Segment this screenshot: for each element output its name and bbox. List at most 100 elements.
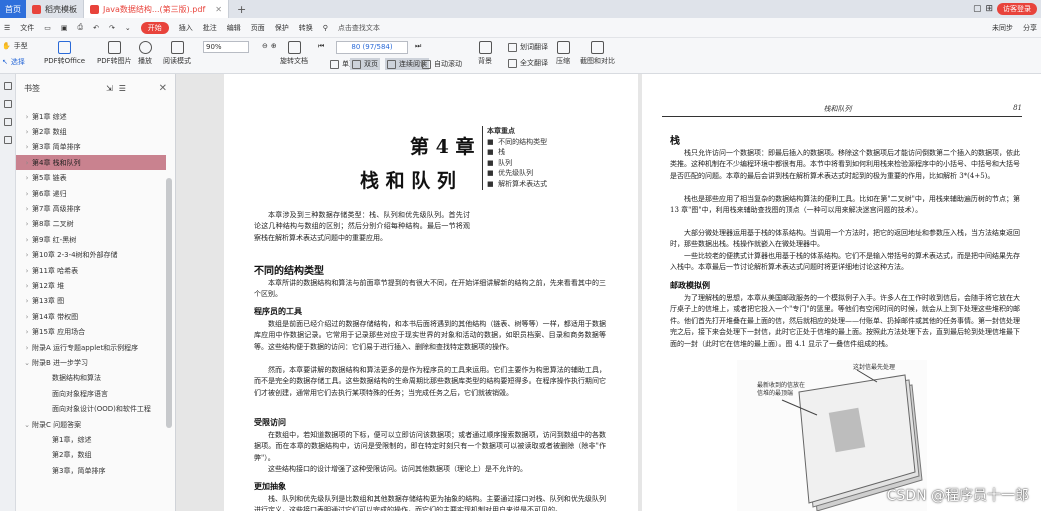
chevron-icon[interactable]: › [22, 297, 32, 305]
bookmark-item[interactable]: 面向对象设计(OOD)和软件工程 [16, 402, 166, 417]
chevron-icon[interactable]: › [22, 190, 32, 198]
bookmark-item[interactable]: › 第10章 2-3-4树和外部存储 [16, 248, 166, 263]
zoom-select[interactable]: 90% [203, 41, 249, 53]
compress-button[interactable]: 压缩 [556, 41, 570, 66]
close-icon[interactable]: ✕ [215, 5, 222, 14]
chevron-icon[interactable]: ⌄ [22, 421, 32, 429]
first-page-icon[interactable]: ⏮ [318, 42, 324, 51]
apps-icon[interactable]: ⊞ [985, 4, 993, 14]
chevron-icon[interactable]: › [22, 159, 32, 167]
menu-insert[interactable]: 插入 [179, 23, 193, 33]
bookmark-item[interactable]: 第3章，简单排序 [16, 463, 166, 478]
zoom-in-icon[interactable]: ⊕ [271, 42, 277, 50]
bookmark-item[interactable]: ⌄ 附录C 问题答案 [16, 417, 166, 432]
last-page-icon[interactable]: ⏭ [415, 42, 421, 51]
chevron-icon[interactable]: › [22, 344, 32, 352]
bookmark-item[interactable]: 第1章，综述 [16, 432, 166, 447]
tab-home[interactable]: 首页 [0, 0, 26, 18]
menu-protect[interactable]: 保护 [275, 23, 289, 33]
chevron-icon[interactable]: › [22, 113, 32, 121]
menu-page[interactable]: 页面 [251, 23, 265, 33]
undo-icon[interactable]: ↶ [93, 24, 99, 32]
chevron-icon[interactable]: › [22, 267, 32, 275]
chevron-icon[interactable]: › [22, 220, 32, 228]
rotate-button[interactable]: 旋转文档 [280, 41, 308, 66]
tab-pdf[interactable]: Java数据结构...(第三版).pdf ✕ [84, 0, 229, 18]
read-mode-button[interactable]: 阅读模式 [163, 41, 191, 66]
compare-button[interactable]: 截图和对比 [580, 41, 615, 66]
bookmark-label: 附录A 运行专题applet和示例程序 [32, 343, 139, 352]
bookmark-item[interactable]: › 第15章 应用场合 [16, 325, 166, 340]
translate-full-button[interactable]: 全文翻译 [508, 58, 548, 68]
chevron-icon[interactable]: ⌄ [22, 359, 32, 367]
menu-icon[interactable]: ☰ [4, 24, 10, 32]
bookmark-item[interactable]: › 第9章 红-黑树 [16, 232, 166, 247]
list-icon[interactable]: ☰ [119, 84, 126, 93]
bookmark-item[interactable]: 第2章，数组 [16, 448, 166, 463]
bookmark-item[interactable]: › 第7章 高级排序 [16, 201, 166, 216]
page-number-input[interactable]: 80 (97/584) [336, 41, 408, 54]
bookmark-item[interactable]: › 第8章 二叉树 [16, 217, 166, 232]
translate-word-button[interactable]: 划词翻译 [508, 42, 548, 52]
document-viewer[interactable]: 第 4 章 栈 和 队 列 本章重点 ■ 不同的结构类型 ■ 栈 ■ 队列 ■ … [176, 74, 1041, 511]
chevron-icon[interactable]: › [22, 128, 32, 136]
bookmark-item[interactable]: › 第6章 递归 [16, 186, 166, 201]
close-icon[interactable]: ✕ [159, 83, 167, 94]
search-box[interactable]: 点击查找文本 [338, 23, 380, 33]
bookmark-item[interactable]: › 第12章 堆 [16, 278, 166, 293]
more-icon[interactable]: ⌄ [125, 24, 131, 32]
search-panel-icon[interactable] [3, 136, 12, 144]
chevron-icon[interactable]: › [22, 282, 32, 290]
window-icon[interactable]: ▢ [973, 4, 982, 14]
login-button[interactable]: 访客登录 [997, 3, 1037, 15]
share-button[interactable]: 分享 [1023, 23, 1037, 33]
bookmark-item[interactable]: › 第3章 简单排序 [16, 140, 166, 155]
expand-icon[interactable]: ⇲ [106, 84, 113, 93]
chevron-icon[interactable]: › [22, 251, 32, 259]
chevron-icon[interactable]: › [22, 174, 32, 182]
bookmark-item[interactable]: 数据结构和算法 [16, 371, 166, 386]
zoom-out-icon[interactable]: ⊖ [262, 42, 268, 50]
tab-daoke[interactable]: 稻壳模板 [26, 0, 84, 18]
auto-scroll-button[interactable]: 自动滚动 [422, 59, 462, 69]
sync-status[interactable]: 未同步 [992, 23, 1013, 33]
chevron-icon[interactable]: › [22, 236, 32, 244]
menu-file[interactable]: 文件 [20, 23, 34, 33]
chevron-icon[interactable]: › [22, 143, 32, 151]
hand-tool[interactable]: ✋ 手型 [2, 41, 28, 51]
select-tool[interactable]: ↖ 选择 [2, 57, 25, 67]
bookmark-item[interactable]: › 第1章 综述 [16, 109, 166, 124]
bookmark-item[interactable]: › 附录A 运行专题applet和示例程序 [16, 340, 166, 355]
menu-annotate[interactable]: 批注 [203, 23, 217, 33]
chevron-icon[interactable]: › [22, 313, 32, 321]
thumbnail-icon[interactable] [3, 100, 12, 108]
search-icon[interactable]: ⚲ [323, 24, 328, 32]
background-button[interactable]: 背景 [478, 41, 492, 66]
chevron-icon[interactable]: › [22, 328, 32, 336]
bookmark-panel-icon[interactable] [3, 82, 12, 90]
play-button[interactable]: 播放 [138, 41, 152, 66]
bookmark-item[interactable]: ⌄ 附录B 进一步学习 [16, 355, 166, 370]
annotation-icon[interactable] [3, 118, 12, 126]
double-page-button[interactable]: 双页 [350, 58, 380, 70]
pdf-to-image-button[interactable]: PDF转图片 [97, 41, 132, 66]
new-tab-button[interactable]: + [229, 0, 254, 18]
bookmark-item[interactable]: › 第14章 带权图 [16, 309, 166, 324]
bookmark-item[interactable]: › 第11章 哈希表 [16, 263, 166, 278]
chevron-icon[interactable]: › [22, 205, 32, 213]
key-point-text: 优先级队列 [498, 169, 534, 178]
pdf-to-office-button[interactable]: PDF转Office [44, 41, 85, 66]
bookmark-item[interactable]: › 第2章 数组 [16, 124, 166, 139]
bookmark-item[interactable]: › 第5章 链表 [16, 171, 166, 186]
bookmark-item[interactable]: 面向对象程序语言 [16, 386, 166, 401]
bookmark-item[interactable]: › 第4章 栈和队列 [16, 155, 166, 171]
menu-edit[interactable]: 编辑 [227, 23, 241, 33]
scrollbar[interactable] [166, 178, 172, 428]
save-icon[interactable]: ▣ [61, 24, 68, 32]
open-icon[interactable]: ▭ [44, 24, 51, 32]
print-icon[interactable]: ⎙ [78, 23, 84, 32]
redo-icon[interactable]: ↷ [109, 24, 115, 32]
menu-start[interactable]: 开始 [140, 21, 169, 34]
bookmark-item[interactable]: › 第13章 图 [16, 294, 166, 309]
menu-convert[interactable]: 转换 [299, 23, 313, 33]
